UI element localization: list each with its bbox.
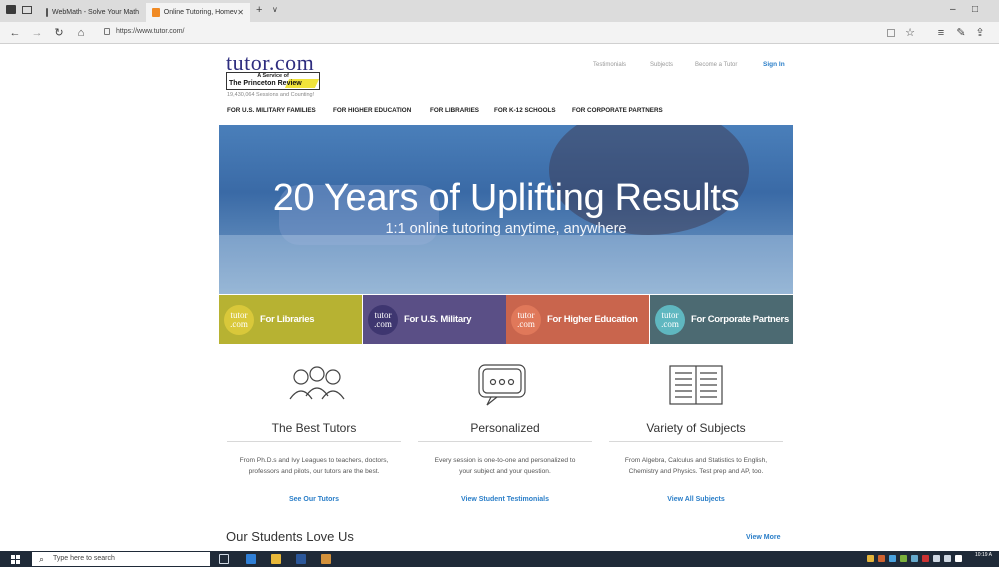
lock-icon: [104, 28, 110, 35]
page-icon: [46, 8, 48, 17]
task-view-icon[interactable]: [219, 554, 229, 564]
network-icon[interactable]: [933, 555, 940, 562]
chat-bubble-icon: [478, 364, 526, 406]
favorites-list-icon[interactable]: ≡: [934, 26, 948, 40]
testimonials-heading: Our Students Love Us: [226, 529, 354, 544]
tab-label: WebMath - Solve Your Math: [52, 9, 140, 16]
divider: [418, 441, 592, 442]
tutor-favicon-icon: [152, 8, 160, 17]
view-more-link[interactable]: View More: [746, 534, 781, 541]
tray-icon[interactable]: [911, 555, 918, 562]
chevron-down-icon[interactable]: ∨: [272, 5, 278, 14]
nav-military[interactable]: FOR U.S. MILITARY FAMILIES: [227, 107, 316, 114]
tile-higher-education[interactable]: tutor .com For Higher Education: [506, 295, 649, 344]
file-explorer-icon[interactable]: [271, 554, 281, 564]
home-icon[interactable]: ⌂: [74, 26, 88, 40]
divider: [609, 441, 783, 442]
search-placeholder: Type here to search: [53, 555, 115, 562]
nav-libraries[interactable]: FOR LIBRARIES: [430, 107, 479, 114]
tray-icon[interactable]: [878, 555, 885, 562]
close-icon[interactable]: ✕: [237, 8, 244, 17]
view-all-subjects-link[interactable]: View All Subjects: [606, 496, 786, 503]
hero-title: 20 Years of Uplifting Results: [272, 177, 740, 219]
share-icon[interactable]: ⇪: [973, 26, 987, 40]
feature-title-personalized: Personalized: [470, 421, 540, 435]
link-testimonials[interactable]: Testimonials: [593, 62, 626, 68]
tile-label: For U.S. Military: [404, 314, 472, 325]
feature-desc-variety: From Algebra, Calculus and Statistics to…: [624, 457, 768, 475]
search-icon: ⌕: [39, 554, 45, 564]
taskbar-search-input[interactable]: ⌕ Type here to search: [32, 552, 210, 566]
hero-banner: 20 Years of Uplifting Results 1:1 online…: [219, 125, 793, 294]
tutor-badge-icon: tutor .com: [511, 305, 541, 335]
windows-taskbar: ⌕ Type here to search 10:19 A: [0, 551, 999, 567]
tile-military[interactable]: tutor .com For U.S. Military: [363, 295, 506, 344]
nav-k12[interactable]: FOR K-12 SCHOOLS: [494, 107, 556, 114]
people-icon: [289, 366, 345, 400]
word-icon[interactable]: [296, 554, 306, 564]
volume-icon[interactable]: [944, 555, 951, 562]
feature-title-best-tutors: The Best Tutors: [271, 421, 357, 435]
nav-higher-education[interactable]: FOR HIGHER EDUCATION: [333, 107, 411, 114]
url-input[interactable]: https://www.tutor.com/: [116, 28, 184, 35]
tile-corporate-partners[interactable]: tutor .com For Corporate Partners: [650, 295, 793, 344]
see-our-tutors-link[interactable]: See Our Tutors: [224, 496, 404, 503]
tab-label: Online Tutoring, Homev: [163, 9, 238, 16]
browser-tab-bar: WebMath - Solve Your Math Online Tutorin…: [0, 0, 999, 22]
new-tab-button[interactable]: +: [256, 4, 262, 16]
feature-desc-personalized: Every session is one-to-one and personal…: [434, 457, 576, 475]
view-testimonials-link[interactable]: View Student Testimonials: [415, 496, 595, 503]
tile-libraries[interactable]: tutor .com For Libraries: [219, 295, 362, 344]
divider: [227, 441, 401, 442]
tab-tutor[interactable]: Online Tutoring, Homev ✕: [146, 3, 250, 22]
tile-label: For Libraries: [260, 314, 315, 325]
set-aside-tabs-icon[interactable]: [22, 6, 32, 14]
reading-view-icon[interactable]: [887, 29, 895, 37]
favorite-star-icon[interactable]: ☆: [903, 26, 917, 40]
link-become-tutor[interactable]: Become a Tutor: [695, 62, 737, 68]
logo-brand-text: The Princeton Review: [229, 80, 302, 87]
book-icon: [669, 365, 723, 405]
windows-start-icon[interactable]: [11, 555, 20, 564]
edge-browser-icon[interactable]: [246, 554, 256, 564]
tutor-badge-icon: tutor .com: [655, 305, 685, 335]
tutor-badge-icon: tutor .com: [224, 305, 254, 335]
nav-corporate[interactable]: FOR CORPORATE PARTNERS: [572, 107, 663, 114]
sessions-counter: 19,430,064 Sessions and Counting!: [227, 92, 315, 98]
tab-webmath[interactable]: WebMath - Solve Your Math: [40, 3, 144, 22]
clock[interactable]: 10:19 A: [975, 552, 992, 558]
sign-in-link[interactable]: Sign In: [763, 61, 785, 68]
tray-icon[interactable]: [889, 555, 896, 562]
address-bar-row: ← → ↻ ⌂ https://www.tutor.com/ ☆ ≡ ✎ ⇪: [0, 22, 999, 44]
hero-photo-desk: [219, 235, 793, 294]
link-subjects[interactable]: Subjects: [650, 62, 673, 68]
tray-icon[interactable]: [900, 555, 907, 562]
battery-icon[interactable]: [955, 555, 962, 562]
back-icon[interactable]: ←: [8, 26, 22, 40]
tray-icon[interactable]: [867, 555, 874, 562]
tab-actions-icon[interactable]: [6, 5, 16, 14]
tutor-badge-icon: tutor .com: [368, 305, 398, 335]
maximize-button[interactable]: □: [972, 4, 978, 15]
refresh-icon[interactable]: ↻: [52, 26, 66, 40]
feature-title-variety: Variety of Subjects: [646, 421, 746, 435]
forward-icon[interactable]: →: [30, 26, 44, 40]
tile-label: For Higher Education: [547, 314, 638, 325]
tray-icon[interactable]: [922, 555, 929, 562]
minimize-button[interactable]: –: [950, 4, 956, 15]
notes-pen-icon[interactable]: ✎: [954, 26, 968, 40]
princeton-review-badge: A Service of The Princeton Review: [226, 72, 320, 90]
powerpoint-icon[interactable]: [321, 554, 331, 564]
tile-label: For Corporate Partners: [691, 314, 789, 325]
hero-subtitle: 1:1 online tutoring anytime, anywhere: [385, 221, 627, 237]
feature-desc-best-tutors: From Ph.D.s and Ivy Leagues to teachers,…: [239, 457, 389, 475]
